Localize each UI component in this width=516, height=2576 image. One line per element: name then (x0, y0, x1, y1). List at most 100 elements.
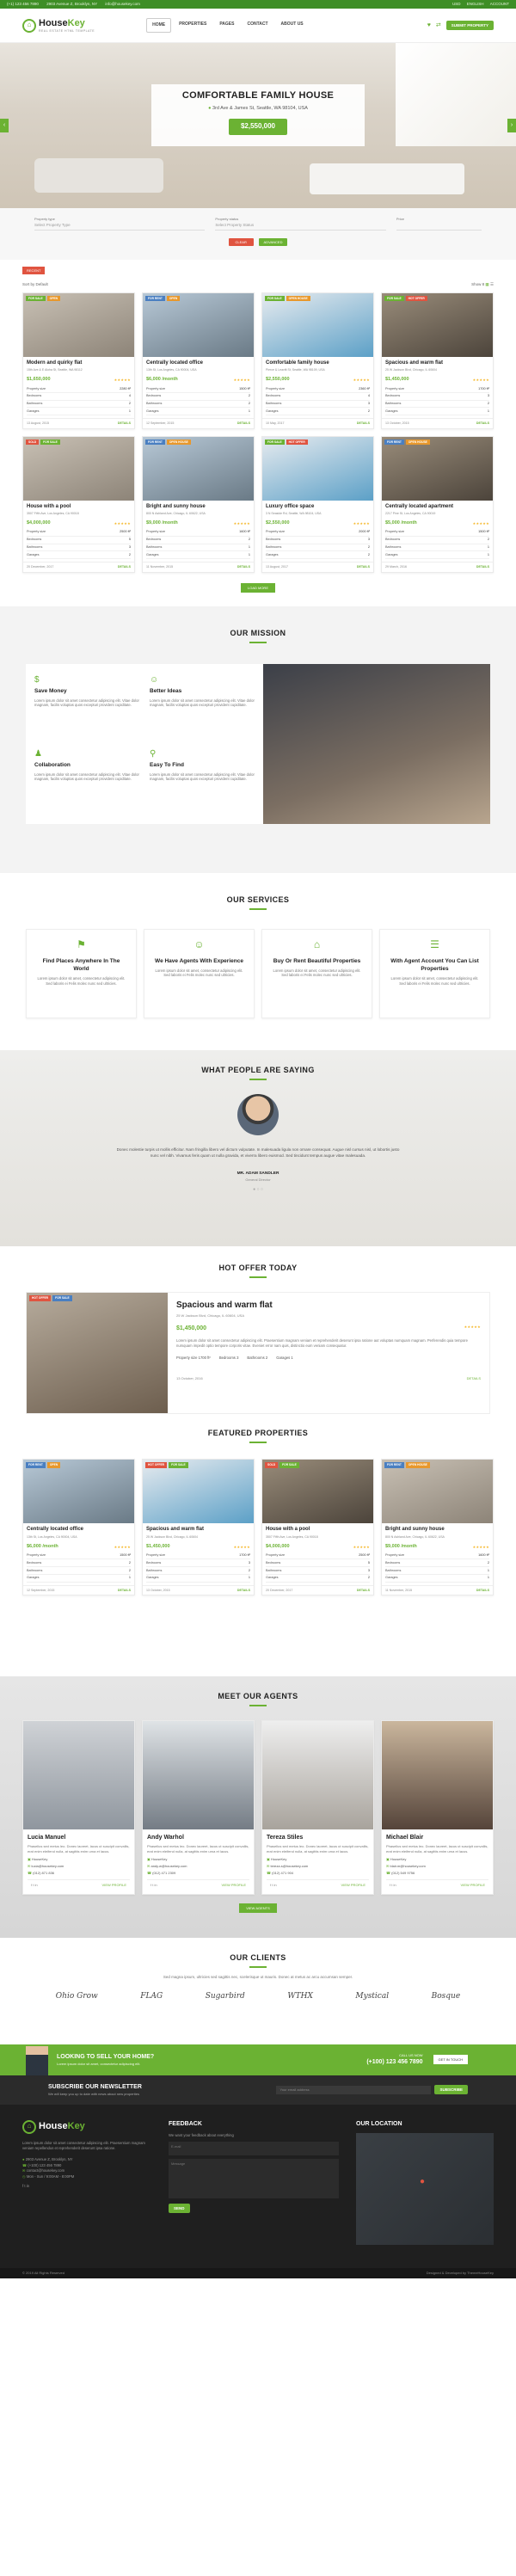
property-title[interactable]: Spacious and warm flat (385, 360, 489, 367)
currency-select[interactable]: USD (452, 2, 461, 6)
twitter-icon[interactable]: t (24, 2184, 25, 2188)
social-icons[interactable]: f t in (270, 1883, 277, 1887)
agent-email[interactable]: andy.w@housekey.com (150, 1864, 187, 1868)
compare-icon[interactable]: ⇄ (436, 22, 441, 29)
view-profile-link[interactable]: VIEW PROFILE (102, 1883, 126, 1887)
property-title[interactable]: Spacious and warm flat (146, 1527, 250, 1534)
newsletter-email-input[interactable]: Your email address (276, 2085, 432, 2094)
account-link[interactable]: ACCOUNT (490, 2, 509, 6)
service-card[interactable]: ⌂ Buy Or Rent Beautiful Properties Lorem i… (261, 929, 372, 1019)
property-title[interactable]: Centrally located office (27, 1527, 131, 1534)
list-view-icon[interactable]: ☰ (490, 282, 494, 286)
nav-pages[interactable]: PAGES (214, 18, 239, 33)
agent-photo[interactable] (143, 1721, 254, 1830)
send-button[interactable]: SEND (169, 2204, 190, 2214)
carousel-dots[interactable]: ● ○ ○ (0, 1187, 516, 1193)
view-agents-button[interactable]: VIEW AGENTS (239, 1903, 277, 1914)
property-card[interactable]: FOR RENT OPEN HOUSE Centrally located apa… (381, 435, 494, 573)
property-card[interactable]: FOR RENT OPEN Centrally located office 13… (22, 1459, 135, 1596)
property-title[interactable]: Modern and quirky flat (27, 360, 131, 367)
property-card[interactable]: HOT OFFER FOR SALE Spacious and warm flat… (142, 1459, 255, 1596)
details-link[interactable]: DETAILS (476, 565, 489, 569)
property-card[interactable]: FOR RENT OPEN HOUSE Bright and sunny hous… (142, 435, 255, 573)
property-card[interactable]: FOR RENT OPEN HOUSE Bright and sunny hous… (381, 1459, 494, 1596)
property-image[interactable]: FOR SALE OPEN (23, 292, 134, 357)
language-select[interactable]: ENGLISH (467, 2, 484, 6)
feedback-message-input[interactable]: Message (169, 2159, 339, 2199)
service-card[interactable]: ☰ With Agent Account You Can List Propert… (379, 929, 490, 1019)
client-logo[interactable]: Mystical (355, 1992, 389, 2002)
details-link[interactable]: DETAILS (118, 421, 131, 426)
property-card[interactable]: FOR RENT OPEN Centrally located office 13… (142, 292, 255, 429)
hero-price[interactable]: $2,550,000 (228, 119, 288, 135)
feedback-email-input[interactable]: E-mail (169, 2142, 339, 2156)
nav-contact[interactable]: CONTACT (242, 18, 273, 33)
agent-card[interactable]: Andy Warhol Phasellus sed metus leo. Done… (142, 1720, 255, 1896)
property-card[interactable]: FOR SALE OPEN Modern and quirky flat 15th… (22, 292, 135, 429)
property-image[interactable]: FOR SALE HOT OFFER (262, 436, 373, 501)
property-card[interactable]: SOLD FOR SALE House with a pool 3507 Fift… (261, 1459, 374, 1596)
logo[interactable]: ⌂ HouseKey REAL ESTATE HTML TEMPLATE (22, 17, 95, 34)
agent-email[interactable]: tereza.s@housekey.com (270, 1864, 308, 1868)
details-link[interactable]: DETAILS (357, 1589, 370, 1593)
property-title[interactable]: House with a pool (266, 1527, 370, 1534)
details-link[interactable]: DETAILS (476, 421, 489, 426)
subscribe-button[interactable]: SUBSCRIBE (434, 2085, 468, 2095)
call-phone[interactable]: (+100) 123 456 7890 (366, 2059, 422, 2065)
agent-photo[interactable] (23, 1721, 134, 1830)
details-link[interactable]: DETAILS (476, 1589, 489, 1593)
facebook-icon[interactable]: f (22, 2184, 23, 2188)
property-title[interactable]: Bright and sunny house (385, 1527, 489, 1534)
hot-name[interactable]: Spacious and warm flat (176, 1300, 481, 1311)
property-image[interactable]: FOR SALE HOT OFFER (382, 292, 493, 357)
status-select[interactable]: Select Property Status (215, 223, 386, 231)
view-profile-link[interactable]: VIEW PROFILE (222, 1883, 246, 1887)
clear-button[interactable]: CLEAR (228, 238, 254, 247)
grid-view-icon[interactable]: ▦ (485, 282, 488, 286)
service-card[interactable]: ⚑ Find Places Anywhere In The World Lorem … (26, 929, 137, 1019)
property-image[interactable]: HOT OFFER FOR SALE (143, 1460, 254, 1524)
get-in-touch-button[interactable]: GET IN TOUCH (433, 2055, 468, 2065)
view-profile-link[interactable]: VIEW PROFILE (461, 1883, 485, 1887)
agent-card[interactable]: Lucia Manuel Phasellus sed metus leo. Don… (22, 1720, 135, 1896)
submit-property-button[interactable]: SUBMIT PROPERTY (445, 21, 494, 30)
agent-photo[interactable] (262, 1721, 373, 1830)
load-more-button[interactable]: LOAD MORE (240, 582, 275, 593)
agent-name[interactable]: Lucia Manuel (28, 1834, 130, 1841)
property-image[interactable]: SOLD FOR SALE (262, 1460, 373, 1524)
property-card[interactable]: FOR SALE HOT OFFER Spacious and warm flat… (381, 292, 494, 429)
agent-name[interactable]: Andy Warhol (147, 1834, 249, 1841)
property-title[interactable]: House with a pool (27, 504, 131, 511)
show-select[interactable]: Show 8 (471, 282, 484, 286)
property-title[interactable]: Comfortable family house (266, 360, 370, 367)
property-title[interactable]: Bright and sunny house (146, 504, 250, 511)
client-logo[interactable]: FLAG (140, 1992, 163, 2002)
client-logo[interactable]: Ohio Grow (56, 1992, 98, 2002)
nav-home[interactable]: HOME (146, 18, 172, 33)
details-link[interactable]: DETAILS (118, 1589, 131, 1593)
agent-email[interactable]: blair.m@housekey.com (390, 1864, 425, 1868)
property-image[interactable]: FOR RENT OPEN (23, 1460, 134, 1524)
social-icons[interactable]: f t in (150, 1883, 157, 1887)
advanced-button[interactable]: ADVANCED (258, 238, 288, 247)
social-icons[interactable]: f t in (390, 1883, 396, 1887)
details-link[interactable]: DETAILS (357, 421, 370, 426)
chevron-right-icon[interactable]: › (507, 119, 516, 132)
client-logo[interactable]: WTHX (287, 1992, 313, 2002)
type-select[interactable]: Select Property Type (34, 223, 206, 231)
sort-select[interactable]: Sort by Default (22, 282, 48, 287)
property-image[interactable]: FOR RENT OPEN HOUSE (382, 436, 493, 501)
footer-email[interactable]: contact@housekey.com (27, 2168, 64, 2173)
client-logo[interactable]: Sugarbird (206, 1992, 245, 2002)
footer-logo[interactable]: ⌂ HouseKey (22, 2119, 151, 2134)
chevron-left-icon[interactable]: ‹ (0, 119, 9, 132)
client-logo[interactable]: Bosque (432, 1992, 461, 2002)
details-link[interactable]: DETAILS (237, 565, 250, 569)
property-title[interactable]: Centrally located office (146, 360, 250, 367)
agent-email[interactable]: lucia@housekey.com (31, 1864, 64, 1868)
property-image[interactable]: FOR RENT OPEN HOUSE (143, 436, 254, 501)
property-image[interactable]: FOR RENT OPEN HOUSE (382, 1460, 493, 1524)
property-image[interactable]: FOR RENT OPEN (143, 292, 254, 357)
agent-name[interactable]: Michael Blair (386, 1834, 488, 1841)
service-card[interactable]: ☺ We Have Agents With Experience Lorem ips… (144, 929, 255, 1019)
